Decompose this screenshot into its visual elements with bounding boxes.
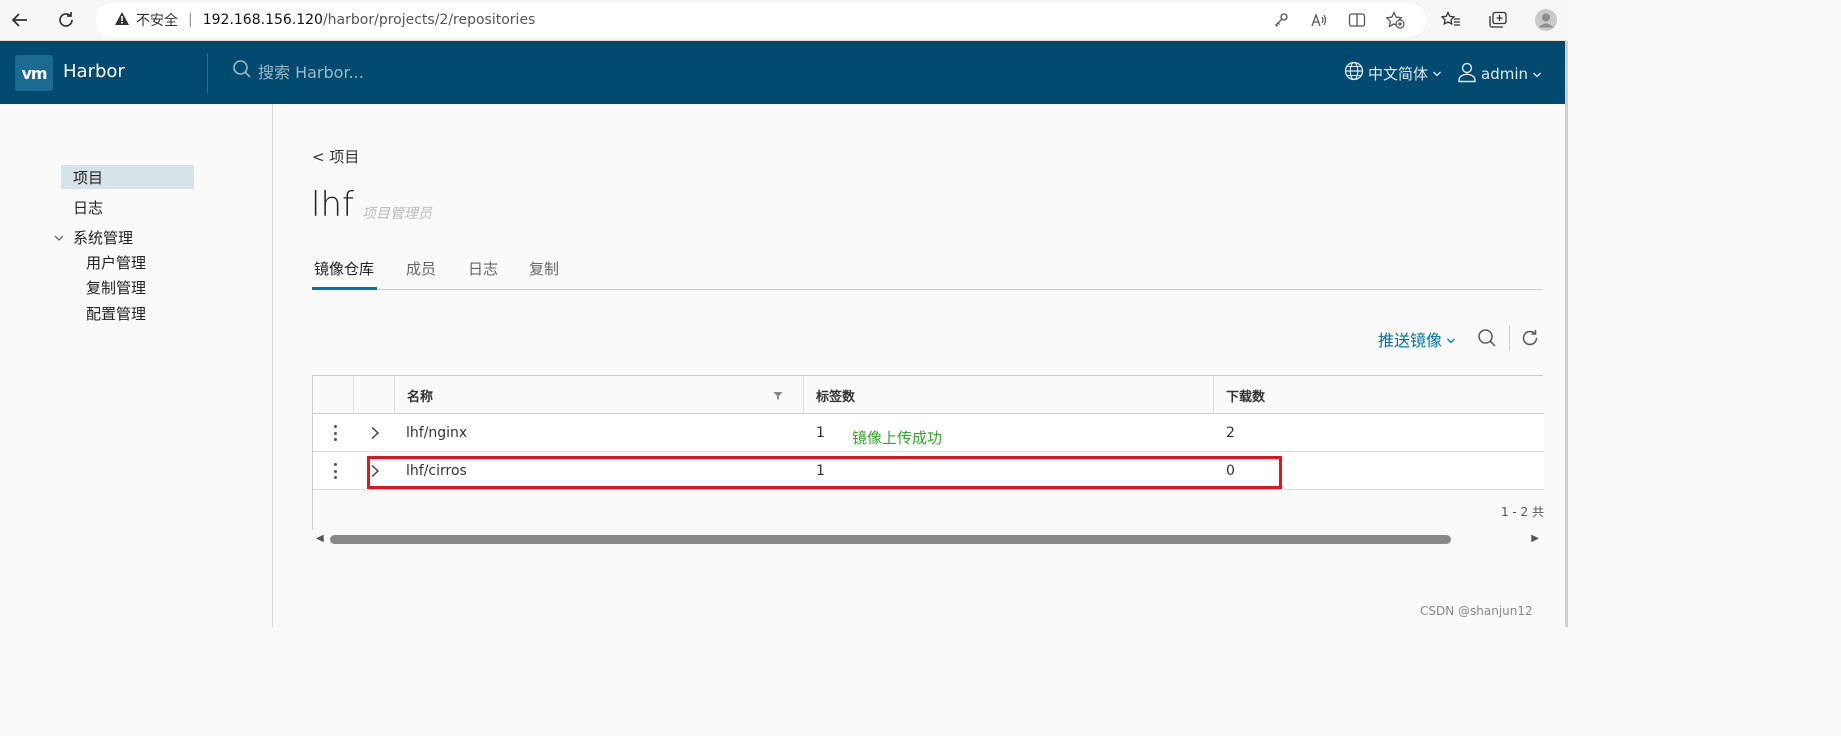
- user-name: admin: [1481, 65, 1528, 83]
- chevron-right-icon[interactable]: [365, 423, 385, 443]
- sidebar-item-replication-management[interactable]: 复制管理: [86, 277, 146, 298]
- filter-icon[interactable]: [773, 390, 783, 405]
- brand-name[interactable]: Harbor: [63, 61, 125, 82]
- header-expand-col: [353, 376, 394, 414]
- search-icon: [232, 59, 252, 83]
- sidebar-item-user-management[interactable]: 用户管理: [86, 252, 146, 273]
- tag-count: 1: [816, 425, 825, 441]
- global-search[interactable]: 搜索 Harbor...: [232, 59, 364, 83]
- address-separator: |: [188, 12, 193, 28]
- vm-logo[interactable]: vm: [15, 55, 53, 91]
- push-image-button[interactable]: 推送镜像: [1378, 327, 1456, 351]
- collections-icon[interactable]: [1483, 6, 1513, 34]
- refresh-icon[interactable]: [1519, 327, 1541, 349]
- add-favorite-icon[interactable]: [1384, 9, 1406, 31]
- chevron-down-icon: [1446, 330, 1456, 349]
- globe-icon: [1344, 61, 1364, 85]
- tab-repositories[interactable]: 镜像仓库: [312, 258, 377, 290]
- project-role: 项目管理员: [362, 206, 432, 222]
- sidebar-item-configuration[interactable]: 配置管理: [86, 303, 146, 324]
- column-header-pulls[interactable]: 下载数: [1213, 376, 1544, 414]
- chevron-down-icon: [53, 229, 65, 247]
- project-tabs: 镜像仓库 成员 日志 复制: [312, 258, 1542, 290]
- user-icon: [1457, 61, 1477, 87]
- sidebar-item-projects[interactable]: 项目: [73, 167, 103, 188]
- favorites-icon[interactable]: [1436, 6, 1466, 34]
- read-aloud-icon[interactable]: [1308, 9, 1330, 31]
- highlight-box: [367, 456, 1282, 489]
- profile-avatar-icon[interactable]: [1531, 6, 1561, 34]
- header-divider: [207, 53, 208, 93]
- pagination-label: 1 - 2 共: [1500, 505, 1544, 519]
- pull-count: 2: [1226, 425, 1235, 441]
- security-label: 不安全: [136, 13, 178, 29]
- split-screen-icon[interactable]: [1346, 9, 1368, 31]
- key-icon[interactable]: [1270, 9, 1292, 31]
- column-name-label: 名称: [407, 389, 434, 405]
- toolbar-divider: [1509, 325, 1510, 351]
- sidebar-item-logs[interactable]: 日志: [73, 197, 103, 218]
- sidebar: 项目 日志 系统管理 用户管理 复制管理 配置管理: [0, 104, 273, 627]
- filter-search-icon[interactable]: [1476, 327, 1498, 349]
- page-scrollbar[interactable]: [1565, 41, 1568, 627]
- repository-grid: 名称 标签数 下载数 lhf/nginx 1 2 lhf/cirros 1 0 …: [312, 375, 1544, 530]
- project-title: lhf: [311, 185, 354, 225]
- warning-icon: [114, 11, 130, 30]
- url-host: 192.168.156.120: [202, 12, 323, 28]
- back-icon[interactable]: [6, 6, 34, 34]
- repo-name-link[interactable]: lhf/nginx: [406, 414, 467, 452]
- tab-logs[interactable]: 日志: [468, 258, 498, 290]
- search-placeholder: 搜索 Harbor...: [258, 63, 364, 82]
- sidebar-group-admin[interactable]: 系统管理: [53, 227, 133, 248]
- column-header-name[interactable]: 名称: [394, 376, 803, 414]
- row-actions-icon[interactable]: [327, 423, 343, 443]
- grid-footer: 1 - 2 共: [313, 491, 1544, 530]
- tab-members[interactable]: 成员: [406, 258, 436, 290]
- chevron-down-icon: [1532, 65, 1542, 83]
- watermark: CSDN @shanjun12: [1420, 604, 1533, 618]
- address-bar[interactable]: 不安全 | 192.168.156.120 /harbor/projects/2…: [96, 3, 1426, 37]
- scrollbar-thumb[interactable]: [330, 535, 1451, 544]
- browser-toolbar: 不安全 | 192.168.156.120 /harbor/projects/2…: [0, 0, 1568, 41]
- tab-replication[interactable]: 复制: [529, 258, 559, 290]
- breadcrumb-projects[interactable]: < 项目: [312, 146, 359, 167]
- url-path: /harbor/projects/2/repositories: [322, 12, 536, 28]
- language-label: 中文简体: [1368, 64, 1429, 83]
- push-image-label: 推送镜像: [1378, 331, 1443, 350]
- user-menu[interactable]: admin: [1457, 61, 1542, 87]
- row-actions-icon[interactable]: [327, 461, 343, 481]
- reload-icon[interactable]: [52, 6, 80, 34]
- column-header-tags[interactable]: 标签数: [803, 376, 1213, 414]
- language-selector[interactable]: 中文简体: [1344, 61, 1442, 85]
- sidebar-item-admin-label: 系统管理: [73, 229, 134, 247]
- scroll-right-icon[interactable]: ▶: [1531, 533, 1539, 544]
- app-header: vm Harbor 搜索 Harbor... 中文简体 admin: [0, 41, 1565, 104]
- annotation-upload-success: 镜像上传成功: [852, 429, 943, 447]
- grid-header: 名称 标签数 下载数: [313, 376, 1544, 414]
- scroll-left-icon[interactable]: ◀: [316, 533, 324, 544]
- chevron-down-icon: [1432, 64, 1442, 82]
- grid-horizontal-scrollbar[interactable]: ◀ ▶: [312, 531, 1543, 547]
